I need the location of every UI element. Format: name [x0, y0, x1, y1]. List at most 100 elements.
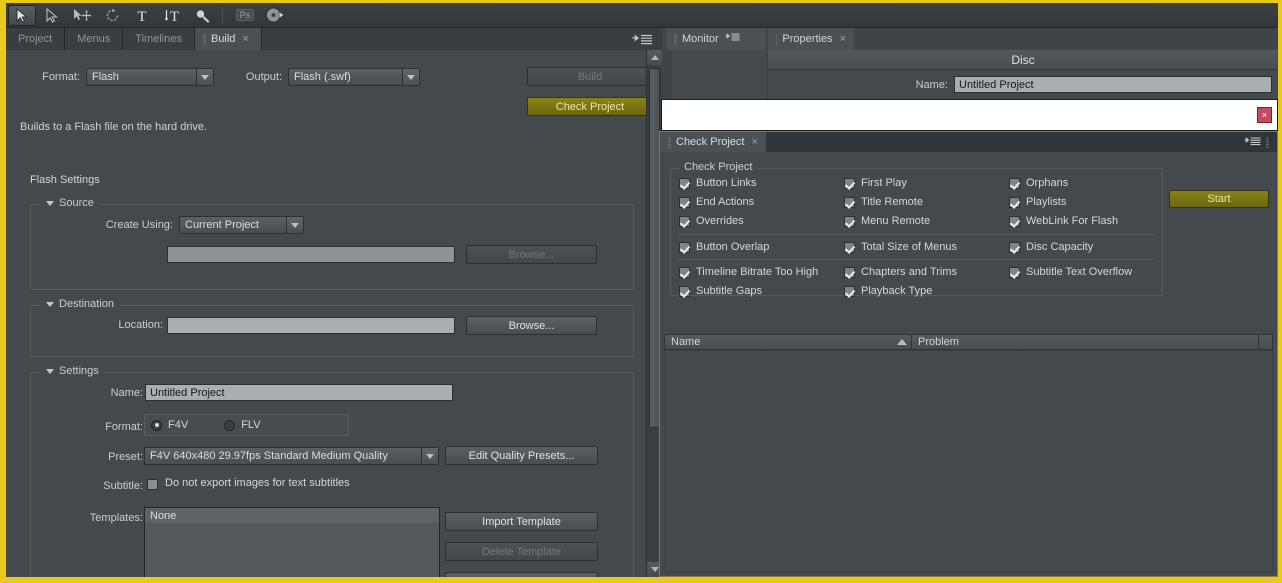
- location-field[interactable]: [167, 317, 455, 334]
- checkbox-icon[interactable]: [679, 178, 690, 189]
- destination-group-title[interactable]: Destination: [41, 298, 119, 310]
- vertical-text-tool[interactable]: T: [158, 5, 186, 26]
- chevron-down-icon[interactable]: [421, 448, 438, 464]
- start-button[interactable]: Start: [1169, 190, 1269, 208]
- radio-f4v[interactable]: [151, 420, 162, 431]
- check-item-menu-remote[interactable]: Menu Remote: [844, 215, 1009, 227]
- direct-selection-tool[interactable]: [38, 5, 66, 26]
- checkbox-icon[interactable]: [844, 197, 855, 208]
- source-group-title[interactable]: Source: [41, 197, 99, 209]
- preview-template-button[interactable]: Preview Template: [445, 572, 598, 577]
- text-tool[interactable]: T: [128, 5, 156, 26]
- edit-quality-presets-button[interactable]: Edit Quality Presets...: [445, 446, 598, 465]
- check-item-button-links[interactable]: Button Links: [679, 177, 844, 189]
- panel-menu-icon[interactable]: [725, 33, 740, 45]
- preset-select[interactable]: F4V 640x480 29.97fps Standard Medium Qua…: [144, 447, 439, 465]
- zoom-tool[interactable]: [188, 5, 216, 26]
- tab-menus[interactable]: Menus: [65, 28, 123, 50]
- collapse-triangle-icon[interactable]: [46, 302, 54, 307]
- check-item-disc-capacity[interactable]: Disc Capacity: [1009, 241, 1154, 253]
- checkbox-icon[interactable]: [1009, 197, 1020, 208]
- checkbox-icon[interactable]: [844, 178, 855, 189]
- check-item-chapters-and-trims[interactable]: Chapters and Trims: [844, 266, 1009, 278]
- checkbox-icon[interactable]: [1009, 178, 1020, 189]
- tab-build[interactable]: Build ×: [195, 28, 262, 50]
- create-using-select[interactable]: Current Project: [179, 216, 304, 234]
- checkbox-icon[interactable]: [679, 197, 690, 208]
- results-col-resize-handle[interactable]: [1258, 335, 1272, 349]
- check-item-first-play[interactable]: First Play: [844, 177, 1009, 189]
- panel-menu-button[interactable]: [622, 28, 662, 50]
- checkbox-icon[interactable]: [844, 216, 855, 227]
- check-item-subtitle-text-overflow[interactable]: Subtitle Text Overflow: [1009, 266, 1154, 278]
- close-icon[interactable]: ×: [751, 136, 757, 148]
- panel-grip-icon[interactable]: [1266, 137, 1269, 148]
- source-browse-button[interactable]: Browse...: [466, 245, 597, 264]
- close-icon[interactable]: ×: [242, 33, 248, 45]
- move-tool[interactable]: [68, 5, 96, 26]
- tab-grip-icon: [203, 34, 206, 45]
- checkbox-icon[interactable]: [679, 267, 690, 278]
- import-template-button[interactable]: Import Template: [445, 512, 598, 531]
- check-options-section-c: Timeline Bitrate Too High Chapters and T…: [679, 266, 1154, 297]
- results-list[interactable]: [664, 350, 1273, 572]
- check-item-overrides[interactable]: Overrides: [679, 215, 844, 227]
- properties-name-field[interactable]: Untitled Project: [954, 76, 1272, 93]
- output-select[interactable]: Flash (.swf): [288, 68, 420, 86]
- preview-disc-icon[interactable]: [261, 5, 289, 26]
- options-divider-2: [679, 259, 1154, 260]
- tab-timelines[interactable]: Timelines: [123, 28, 195, 50]
- checkbox-icon[interactable]: [679, 286, 690, 297]
- radio-flv[interactable]: [224, 420, 235, 431]
- template-list-item[interactable]: None: [145, 508, 439, 523]
- source-path-field[interactable]: [167, 246, 455, 263]
- scroll-up-button[interactable]: [647, 50, 662, 65]
- chevron-down-icon[interactable]: [286, 217, 303, 233]
- rotate-tool[interactable]: [98, 5, 126, 26]
- check-project-panel-menu[interactable]: [1244, 137, 1277, 148]
- tab-project[interactable]: Project: [6, 28, 65, 50]
- photoshop-edit-button[interactable]: Ps: [231, 5, 259, 26]
- tab-label: Project: [18, 33, 52, 45]
- checkbox-icon[interactable]: [1009, 242, 1020, 253]
- collapse-triangle-icon[interactable]: [46, 369, 54, 374]
- tab-properties[interactable]: Properties ×: [768, 28, 854, 50]
- collapse-triangle-icon[interactable]: [46, 201, 54, 206]
- destination-browse-button[interactable]: Browse...: [466, 316, 597, 335]
- checkbox-icon[interactable]: [679, 242, 690, 253]
- tab-check-project[interactable]: Check Project ×: [660, 132, 766, 152]
- chevron-down-icon[interactable]: [196, 69, 213, 85]
- chevron-down-icon[interactable]: [402, 69, 419, 85]
- check-project-button[interactable]: Check Project: [527, 97, 653, 116]
- checkbox-icon[interactable]: [844, 267, 855, 278]
- templates-listbox[interactable]: None: [144, 507, 440, 577]
- check-item-total-size-of-menus[interactable]: Total Size of Menus: [844, 241, 1009, 253]
- check-item-end-actions[interactable]: End Actions: [679, 196, 844, 208]
- results-col-name[interactable]: Name: [665, 335, 893, 349]
- checkbox-icon[interactable]: [1009, 267, 1020, 278]
- checkbox-icon[interactable]: [679, 216, 690, 227]
- sort-ascending-icon[interactable]: [893, 335, 911, 349]
- check-item-playback-type[interactable]: Playback Type: [844, 285, 1009, 297]
- check-item-title-remote[interactable]: Title Remote: [844, 196, 1009, 208]
- checkbox-icon[interactable]: [844, 242, 855, 253]
- check-item-button-overlap[interactable]: Button Overlap: [679, 241, 844, 253]
- checkbox-icon[interactable]: [1009, 216, 1020, 227]
- tab-monitor[interactable]: Monitor: [666, 28, 766, 50]
- name-field[interactable]: Untitled Project: [145, 384, 453, 401]
- results-col-problem[interactable]: Problem: [911, 335, 1258, 349]
- check-item-timeline-bitrate-too-high[interactable]: Timeline Bitrate Too High: [679, 266, 844, 278]
- check-item-orphans[interactable]: Orphans: [1009, 177, 1154, 189]
- check-item-playlists[interactable]: Playlists: [1009, 196, 1154, 208]
- settings-group-title[interactable]: Settings: [41, 365, 104, 377]
- subtitle-checkbox[interactable]: [147, 479, 158, 490]
- checkbox-icon[interactable]: [844, 286, 855, 297]
- close-icon[interactable]: ×: [1257, 107, 1272, 123]
- format-select[interactable]: Flash: [86, 68, 214, 86]
- build-button[interactable]: Build: [527, 67, 653, 86]
- check-item-weblink-for-flash[interactable]: WebLink For Flash: [1009, 215, 1154, 227]
- delete-template-button[interactable]: Delete Template: [445, 542, 598, 561]
- selection-tool[interactable]: [8, 5, 36, 26]
- check-item-subtitle-gaps[interactable]: Subtitle Gaps: [679, 285, 844, 297]
- close-icon[interactable]: ×: [840, 33, 846, 45]
